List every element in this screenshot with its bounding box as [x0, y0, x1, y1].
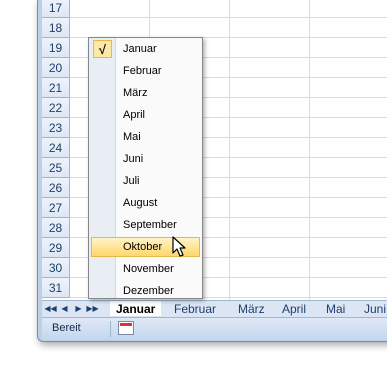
row-header-30[interactable]: 30 — [42, 258, 70, 278]
first-sheet-button[interactable]: ◀◀ — [44, 303, 56, 314]
row-header-17[interactable]: 17 — [42, 0, 70, 18]
menu-item-maerz[interactable]: März — [91, 83, 200, 103]
menu-item-februar[interactable]: Februar — [91, 61, 200, 81]
mouse-pointer-icon — [172, 236, 186, 257]
checkmark-icon: √ — [93, 40, 112, 58]
menu-item-dezember[interactable]: Dezember — [91, 281, 200, 301]
menu-item-september[interactable]: September — [91, 215, 200, 235]
row-header-23[interactable]: 23 — [42, 118, 70, 138]
row-header-27[interactable]: 27 — [42, 198, 70, 218]
menu-item-juni[interactable]: Juni — [91, 149, 200, 169]
grid-line — [309, 0, 310, 300]
row-header-29[interactable]: 29 — [42, 238, 70, 258]
last-sheet-button[interactable]: ▶▶ — [86, 303, 98, 314]
status-separator — [110, 321, 111, 337]
row-header-26[interactable]: 26 — [42, 178, 70, 198]
menu-item-mai[interactable]: Mai — [91, 127, 200, 147]
sheet-tab-februar[interactable]: Februar — [174, 301, 216, 316]
sheet-tab-mai[interactable]: Mai — [326, 301, 345, 316]
status-bar: Bereit — [42, 317, 387, 340]
next-sheet-button[interactable]: ▶ — [73, 303, 84, 314]
row-header-31[interactable]: 31 — [42, 278, 70, 298]
row-header-25[interactable]: 25 — [42, 158, 70, 178]
row-header-19[interactable]: 19 — [42, 38, 70, 58]
menu-item-august[interactable]: August — [91, 193, 200, 213]
sheet-tab-maerz[interactable]: März — [238, 301, 265, 316]
grid-line — [229, 0, 230, 300]
menu-item-april[interactable]: April — [91, 105, 200, 125]
menu-item-juli[interactable]: Juli — [91, 171, 200, 191]
row-header-28[interactable]: 28 — [42, 218, 70, 238]
macro-record-icon[interactable] — [118, 321, 134, 335]
sheet-tab-april[interactable]: April — [282, 301, 306, 316]
sheet-tab-bar: ◀◀ ◀ ▶ ▶▶ Januar Februar März April Mai … — [42, 300, 387, 317]
sheet-tab-januar[interactable]: Januar — [110, 301, 162, 316]
sheet-list-menu: √ Januar Februar März April Mai Juni Jul… — [88, 37, 203, 299]
row-header-18[interactable]: 18 — [42, 18, 70, 38]
status-text: Bereit — [52, 322, 81, 334]
sheet-tab-juni[interactable]: Juni — [364, 301, 386, 316]
row-header-22[interactable]: 22 — [42, 98, 70, 118]
row-header-24[interactable]: 24 — [42, 138, 70, 158]
row-header-21[interactable]: 21 — [42, 78, 70, 98]
row-header-20[interactable]: 20 — [42, 58, 70, 78]
previous-sheet-button[interactable]: ◀ — [59, 303, 70, 314]
menu-item-januar[interactable]: √ Januar — [91, 39, 200, 59]
menu-item-november[interactable]: November — [91, 259, 200, 279]
